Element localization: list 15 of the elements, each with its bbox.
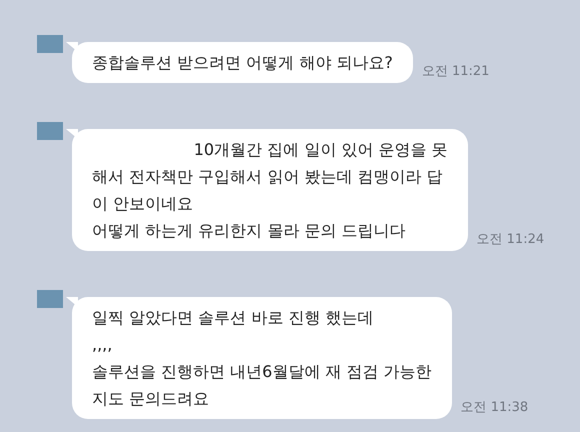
avatar-icon xyxy=(37,35,63,53)
avatar-icon xyxy=(37,122,63,140)
message-text: 일찍 알았다면 솔루션 바로 진행 했는데 xyxy=(92,307,374,329)
message-time: 오전 11:21 xyxy=(422,62,490,80)
message-text: ,,,, xyxy=(92,334,114,356)
avatar-icon xyxy=(37,290,63,308)
message-time: 오전 11:38 xyxy=(460,398,528,416)
message-text: 지도 문의드려요 xyxy=(92,388,210,410)
message-text: 이 안보이네요 xyxy=(92,193,194,215)
message-text: 솔루션을 진행하면 내년6월달에 재 점검 가능한 xyxy=(92,361,432,383)
message-text: 어떻게 하는게 유리한지 몰라 문의 드립니다 xyxy=(92,220,406,242)
message-text: 10개월간 집에 일이 있어 운영을 못 xyxy=(192,139,448,161)
message-text: 해서 전자책만 구입해서 읽어 봤는데 컴맹이라 답 xyxy=(92,166,444,188)
message-text: 종합솔루션 받으려면 어떻게 해야 되나요? xyxy=(92,52,393,74)
message-time: 오전 11:24 xyxy=(476,230,544,248)
